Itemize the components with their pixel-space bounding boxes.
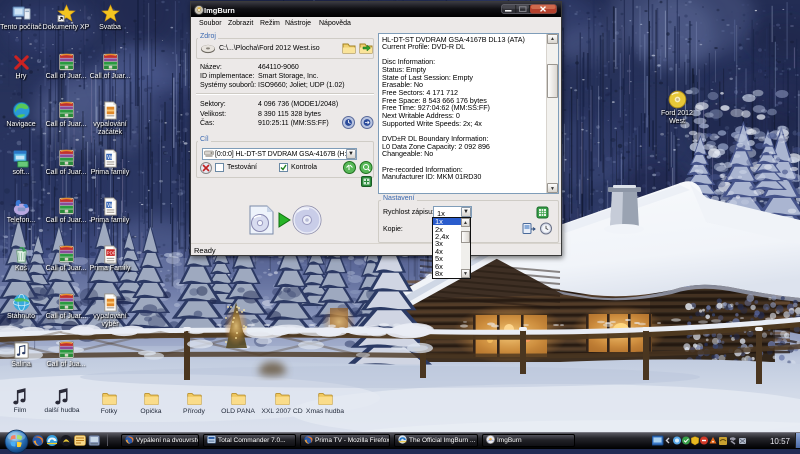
- svg-text:W: W: [107, 155, 113, 161]
- svg-text:PDF: PDF: [106, 251, 115, 256]
- svg-text:W: W: [107, 203, 113, 209]
